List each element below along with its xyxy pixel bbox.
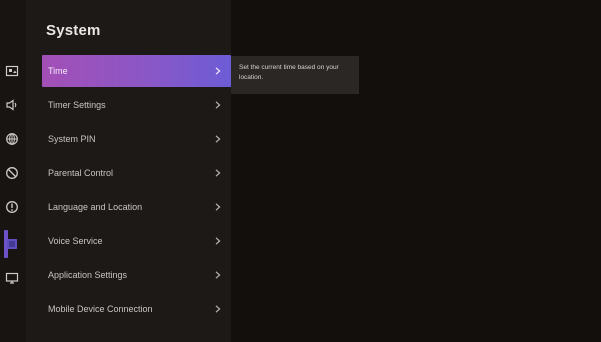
menu-item-voice-service[interactable]: Voice Service bbox=[42, 225, 231, 257]
menu-item-application-settings[interactable]: Application Settings bbox=[42, 259, 231, 291]
power-icon[interactable] bbox=[4, 199, 20, 215]
menu-item-label: Language and Location bbox=[48, 202, 143, 212]
menu-item-parental-control[interactable]: Parental Control bbox=[42, 157, 231, 189]
support-icon[interactable] bbox=[4, 270, 20, 286]
settings-category-rail bbox=[0, 0, 26, 342]
tooltip-text: Set the current time based on your locat… bbox=[239, 64, 339, 81]
system-menu-panel: System Time Timer Settings System PIN Pa… bbox=[26, 0, 231, 342]
menu-item-label: Timer Settings bbox=[48, 100, 106, 110]
chevron-right-icon bbox=[213, 202, 223, 212]
accessibility-icon[interactable] bbox=[4, 165, 20, 181]
menu-item-mobile-device-connection[interactable]: Mobile Device Connection bbox=[42, 293, 231, 325]
chevron-right-icon bbox=[213, 134, 223, 144]
system-icon[interactable] bbox=[4, 236, 20, 252]
menu-item-timer-settings[interactable]: Timer Settings bbox=[42, 89, 231, 121]
menu-item-label: Time bbox=[48, 66, 68, 76]
menu-item-language-and-location[interactable]: Language and Location bbox=[42, 191, 231, 223]
menu-item-label: Application Settings bbox=[48, 270, 128, 280]
menu-item-label: System PIN bbox=[48, 134, 96, 144]
chevron-right-icon bbox=[213, 304, 223, 314]
tv-settings-screen: System Time Timer Settings System PIN Pa… bbox=[0, 0, 601, 342]
item-description-tooltip: Set the current time based on your locat… bbox=[231, 56, 359, 94]
chevron-right-icon bbox=[213, 168, 223, 178]
chevron-right-icon bbox=[213, 66, 223, 76]
menu-item-label: Mobile Device Connection bbox=[48, 304, 153, 314]
menu-item-system-pin[interactable]: System PIN bbox=[42, 123, 231, 155]
menu-item-time[interactable]: Time bbox=[42, 55, 231, 87]
chevron-right-icon bbox=[213, 236, 223, 246]
sound-icon[interactable] bbox=[4, 97, 20, 113]
page-title: System bbox=[46, 22, 101, 39]
chevron-right-icon bbox=[213, 270, 223, 280]
picture-icon[interactable] bbox=[4, 63, 20, 79]
menu-item-label: Voice Service bbox=[48, 236, 103, 246]
chevron-right-icon bbox=[213, 100, 223, 110]
content-area bbox=[231, 0, 601, 342]
menu-item-label: Parental Control bbox=[48, 168, 114, 178]
network-icon[interactable] bbox=[4, 131, 20, 147]
